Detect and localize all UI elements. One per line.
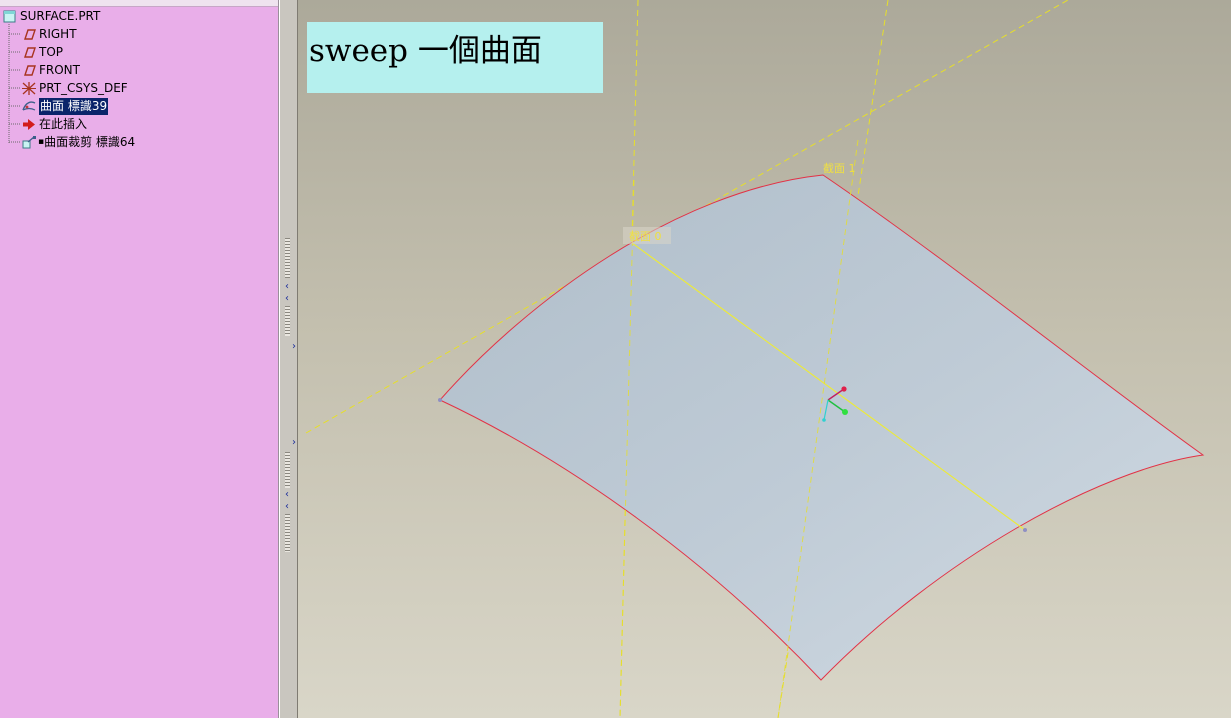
model-scene[interactable]: 截面 0 截面 1 — [298, 0, 1231, 718]
section-label-1-text: 截面 1 — [823, 161, 856, 175]
collapse-left-icon[interactable]: ‹ — [285, 490, 289, 500]
splitter-grip — [285, 514, 290, 552]
tree-connector-lines — [8, 24, 20, 144]
tree-item-front-plane[interactable]: FRONT — [21, 62, 221, 79]
coordinate-system-icon — [22, 82, 36, 95]
tree-item-label: 曲面 標識39 — [39, 98, 109, 115]
collapse-left-icon[interactable]: ‹ — [285, 502, 289, 512]
tree-item-top-plane[interactable]: TOP — [21, 44, 221, 61]
insert-here-arrow-icon — [23, 119, 35, 130]
panel-splitter[interactable]: ‹ ‹ › › ‹ ‹ — [279, 0, 298, 718]
splitter-grip — [285, 238, 290, 278]
tree-item-label: FRONT — [39, 63, 80, 77]
datum-plane-icon — [24, 47, 36, 58]
surface-feature-icon — [22, 101, 36, 111]
tree-item-label: SURFACE.PRT — [20, 9, 101, 23]
surface-trim-icon — [22, 136, 36, 149]
section-label-0: 截面 0 — [623, 227, 671, 244]
swept-surface[interactable] — [439, 174, 1205, 681]
tree-item-surface-trim[interactable]: ▪曲面裁剪 標識64 — [21, 134, 221, 151]
graphics-viewport[interactable]: 截面 0 截面 1 sweep 一個曲面 — [298, 0, 1231, 718]
tree-item-root-part[interactable]: SURFACE.PRT — [2, 8, 202, 25]
collapse-left-icon[interactable]: ‹ — [285, 282, 289, 292]
tree-item-label: RIGHT — [39, 27, 77, 41]
surface-vertex[interactable] — [1023, 528, 1027, 532]
section-label-1: 截面 1 — [823, 161, 856, 175]
tree-item-insert-here[interactable]: 在此插入 — [21, 116, 221, 133]
expand-right-icon[interactable]: › — [292, 438, 296, 448]
tree-item-label-text: 曲面裁剪 標識64 — [44, 135, 136, 149]
datum-plane-icon — [24, 65, 36, 76]
tree-item-label: ▪曲面裁剪 標識64 — [38, 134, 135, 151]
panel-top-edge — [0, 0, 278, 7]
collapse-left-icon[interactable]: ‹ — [285, 294, 289, 304]
tree-item-label: 在此插入 — [39, 117, 88, 131]
splitter-grip — [285, 452, 290, 488]
datum-plane-icon — [24, 29, 36, 40]
annotation-caption: sweep 一個曲面 — [307, 22, 603, 93]
section-label-0-text: 截面 0 — [629, 229, 662, 243]
model-tree-panel: SURFACE.PRT RIGHT TOP FRONT PRT_CSYS_DEF — [0, 0, 279, 718]
tree-item-label: TOP — [39, 45, 64, 59]
expand-right-icon[interactable]: › — [292, 342, 296, 352]
tree-item-coordinate-system[interactable]: PRT_CSYS_DEF — [21, 80, 221, 97]
splitter-grip — [285, 306, 290, 336]
tree-item-surface-feature[interactable]: 曲面 標識39 — [21, 98, 221, 115]
surface-vertex[interactable] — [438, 398, 442, 402]
part-icon — [3, 10, 16, 23]
tree-item-right-plane[interactable]: RIGHT — [21, 26, 221, 43]
tree-item-label: PRT_CSYS_DEF — [39, 81, 128, 95]
